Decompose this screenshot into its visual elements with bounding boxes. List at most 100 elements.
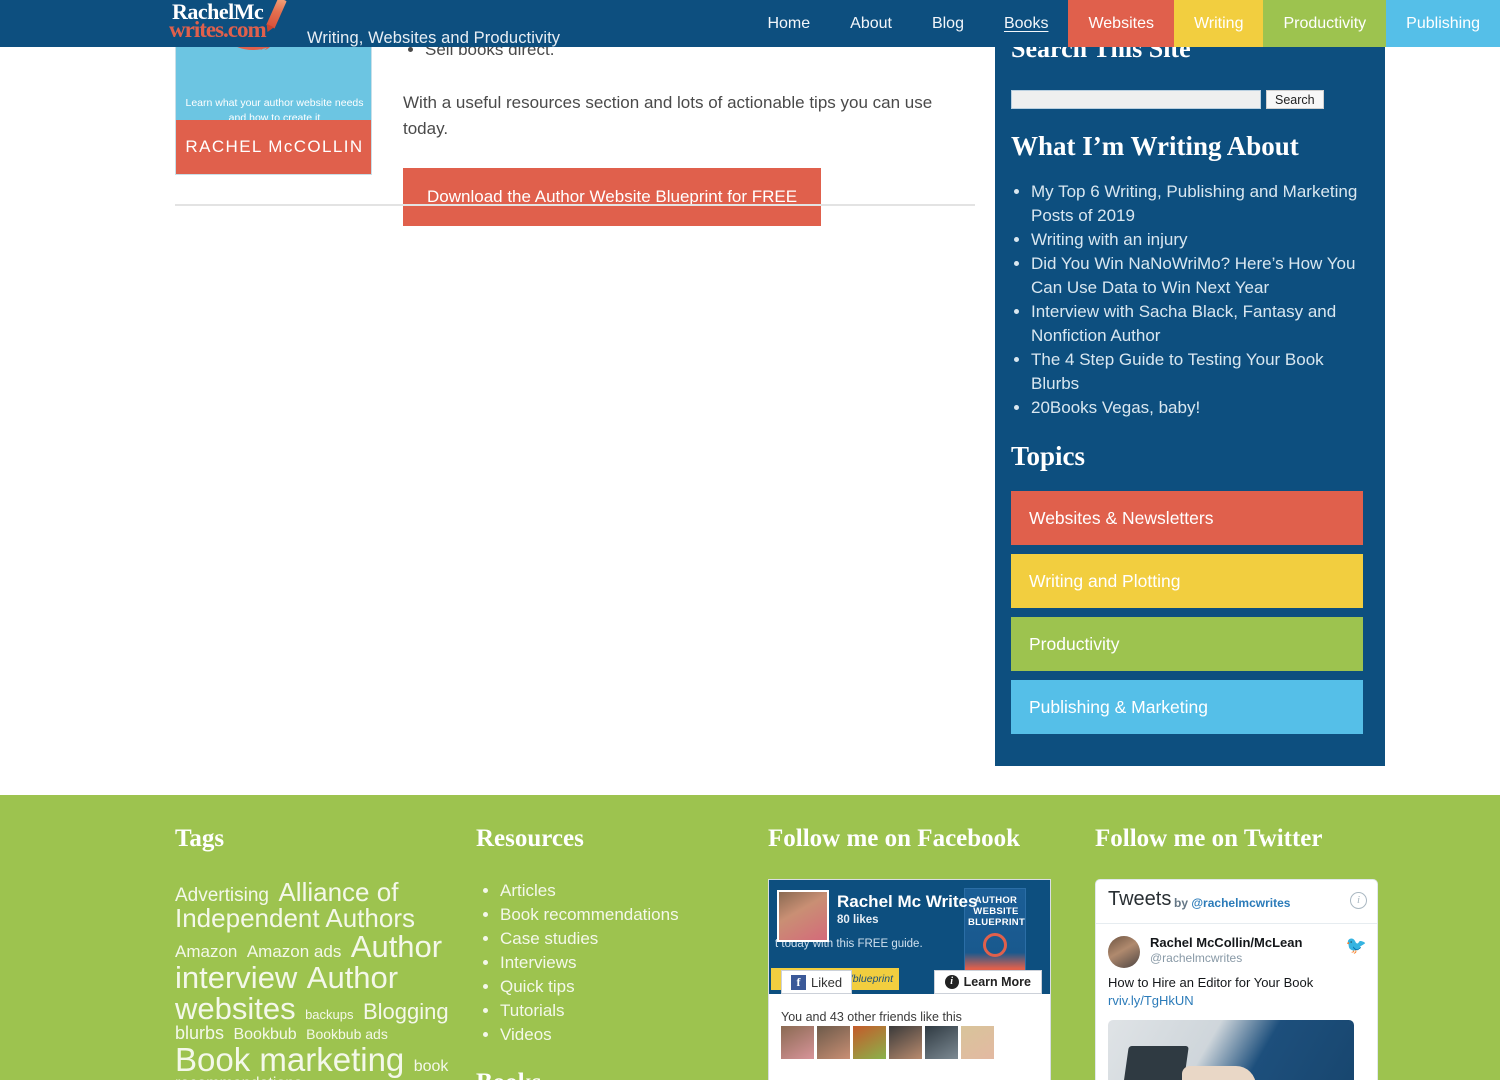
- recent-post-link[interactable]: Interview with Sacha Black, Fantasy and …: [1031, 302, 1336, 345]
- book-cover-author: RACHEL McCOLLIN: [176, 120, 371, 174]
- tweet-text: How to Hire an Editor for Your Book: [1108, 975, 1314, 990]
- facebook-heading: Follow me on Facebook: [768, 825, 1021, 852]
- site-logo[interactable]: RachelMc writes.com: [168, 0, 308, 46]
- recent-post-item[interactable]: My Top 6 Writing, Publishing and Marketi…: [1031, 180, 1371, 228]
- nav-item-writing[interactable]: Writing: [1173, 0, 1264, 47]
- facebook-friend-thumbnails: [781, 1026, 994, 1059]
- search-input[interactable]: [1011, 90, 1261, 109]
- footer-resources-column: Resources Articles Book recommendations Ca…: [476, 825, 746, 1080]
- footer-tags-column: Tags Advertising Alliance of Independent…: [175, 825, 465, 1080]
- resource-link[interactable]: Book recommendations: [500, 905, 679, 924]
- resource-link[interactable]: Videos: [500, 1025, 552, 1044]
- facebook-liked-button[interactable]: f Liked: [781, 970, 853, 994]
- tag-link[interactable]: Amazon ads: [247, 942, 342, 961]
- footer-facebook-column: Follow me on Facebook t today with this …: [768, 825, 1058, 1080]
- recent-post-item[interactable]: Did You Win NaNoWriMo? Here’s How You Ca…: [1031, 252, 1371, 300]
- resource-item[interactable]: Interviews: [500, 951, 746, 975]
- site-tagline: Writing, Websites and Productivity: [307, 29, 561, 47]
- topic-button[interactable]: Writing and Plotting: [1011, 554, 1363, 608]
- resource-link[interactable]: Case studies: [500, 929, 598, 948]
- twitter-timeline-widget[interactable]: Tweets by @rachelmcwrites i Rachel McCol…: [1095, 879, 1378, 1080]
- globe-icon: [983, 933, 1007, 957]
- resource-item[interactable]: Book recommendations: [500, 903, 746, 927]
- nav-item-publishing[interactable]: Publishing: [1386, 0, 1500, 47]
- twitter-widget-byline: by @rachelmcwrites: [1174, 896, 1290, 910]
- twitter-author-avatar: [1108, 936, 1140, 968]
- facebook-icon: f: [791, 974, 806, 990]
- tag-link[interactable]: backups: [305, 1007, 353, 1022]
- facebook-page-name: Rachel Mc Writes: [837, 892, 978, 911]
- info-icon[interactable]: i: [1350, 892, 1367, 909]
- tag-cloud: Advertising Alliance of Independent Auth…: [175, 879, 465, 1080]
- topics-list: Websites & Newsletters Writing and Plotti…: [1011, 491, 1363, 743]
- tag-link[interactable]: Book marketing: [175, 1041, 404, 1078]
- resource-item[interactable]: Case studies: [500, 927, 746, 951]
- tag-link[interactable]: blurbs: [175, 1023, 224, 1043]
- twitter-heading: Follow me on Twitter: [1095, 825, 1323, 852]
- tags-heading: Tags: [175, 825, 225, 852]
- article-paragraph: With a useful resources section and lots…: [403, 93, 933, 138]
- site-header: RachelMc writes.com Writing, Websites an…: [0, 0, 1500, 47]
- tweet-media-image[interactable]: [1108, 1020, 1354, 1080]
- download-blueprint-button[interactable]: Download the Author Website Blueprint fo…: [403, 168, 822, 226]
- info-icon: i: [944, 975, 959, 989]
- twitter-author-name: Rachel McCollin/McLean: [1150, 935, 1303, 950]
- nav-item-productivity[interactable]: Productivity: [1263, 0, 1387, 47]
- nav-item-home[interactable]: Home: [747, 0, 830, 47]
- resources-list: Articles Book recommendations Case studies…: [500, 879, 746, 1047]
- facebook-like-count: 80 likes: [837, 914, 879, 926]
- facebook-page-avatar: [777, 890, 829, 942]
- resource-item[interactable]: Tutorials: [500, 999, 746, 1023]
- recent-post-link[interactable]: Did You Win NaNoWriMo? Here’s How You Ca…: [1031, 254, 1355, 297]
- topic-button[interactable]: Productivity: [1011, 617, 1363, 671]
- article-body: Sell books direct. With a useful resourc…: [403, 36, 975, 226]
- recent-posts-list: My Top 6 Writing, Publishing and Marketi…: [1031, 180, 1371, 420]
- nav-item-websites[interactable]: Websites: [1068, 0, 1174, 47]
- resource-item[interactable]: Articles: [500, 879, 746, 903]
- resource-link[interactable]: Interviews: [500, 953, 577, 972]
- resource-item[interactable]: Videos: [500, 1023, 746, 1047]
- twitter-bird-icon: 🐦: [1345, 936, 1367, 955]
- facebook-learn-more-button[interactable]: i Learn More: [933, 970, 1042, 994]
- site-footer: Tags Advertising Alliance of Independent…: [0, 795, 1500, 1080]
- facebook-liked-label: Liked: [811, 974, 843, 990]
- facebook-page-widget[interactable]: t today with this FREE guide. AUTHOR WEB…: [768, 879, 1051, 1080]
- topic-button[interactable]: Websites & Newsletters: [1011, 491, 1363, 545]
- recent-post-item[interactable]: 20Books Vegas, baby!: [1031, 396, 1371, 420]
- recent-post-item[interactable]: Writing with an injury: [1031, 228, 1371, 252]
- topic-button[interactable]: Publishing & Marketing: [1011, 680, 1363, 734]
- site-search-form: Search: [1011, 90, 1324, 109]
- footer-twitter-column: Follow me on Twitter Tweets by @rachelmc…: [1095, 825, 1385, 1080]
- recent-post-link[interactable]: My Top 6 Writing, Publishing and Marketi…: [1031, 182, 1357, 225]
- recent-post-link[interactable]: Writing with an injury: [1031, 230, 1188, 249]
- recent-post-item[interactable]: Interview with Sacha Black, Fantasy and …: [1031, 300, 1371, 348]
- pencil-icon: [266, 0, 287, 29]
- twitter-widget-header: Tweets by @rachelmcwrites i: [1096, 880, 1377, 924]
- tag-link[interactable]: Bookbub ads: [306, 1026, 388, 1042]
- tweet-link[interactable]: rviv.ly/TgHkUN: [1108, 993, 1194, 1008]
- resource-link[interactable]: Tutorials: [500, 1001, 565, 1020]
- nav-item-about[interactable]: About: [830, 0, 912, 47]
- twitter-widget-by: by: [1174, 896, 1189, 910]
- tag-link[interactable]: Amazon: [175, 942, 237, 961]
- resource-link[interactable]: Quick tips: [500, 977, 575, 996]
- recent-post-link[interactable]: The 4 Step Guide to Testing Your Book Bl…: [1031, 350, 1324, 393]
- search-button[interactable]: Search: [1266, 90, 1324, 109]
- recent-post-item[interactable]: The 4 Step Guide to Testing Your Book Bl…: [1031, 348, 1371, 396]
- sidebar: Search This Site Search What I’m Writing…: [995, 0, 1385, 766]
- content-divider: [175, 204, 975, 206]
- twitter-author-handle[interactable]: @rachelmcwrites: [1150, 951, 1242, 965]
- books-heading: Books: [476, 1069, 746, 1080]
- twitter-widget-title: Tweets: [1108, 888, 1172, 910]
- tag-link[interactable]: Blogging: [363, 999, 449, 1024]
- nav-item-blog[interactable]: Blog: [912, 0, 984, 47]
- resources-heading: Resources: [476, 825, 584, 852]
- logo-line-2: writes.com: [169, 17, 267, 42]
- recent-post-link[interactable]: 20Books Vegas, baby!: [1031, 398, 1200, 417]
- nav-item-books[interactable]: Books: [984, 0, 1068, 47]
- main-navigation: Home About Blog Books Websites Writing Product…: [747, 0, 1500, 47]
- writing-about-heading: What I’m Writing About: [1011, 131, 1299, 161]
- resource-item[interactable]: Quick tips: [500, 975, 746, 999]
- resource-link[interactable]: Articles: [500, 881, 556, 900]
- twitter-widget-handle[interactable]: @rachelmcwrites: [1191, 896, 1290, 910]
